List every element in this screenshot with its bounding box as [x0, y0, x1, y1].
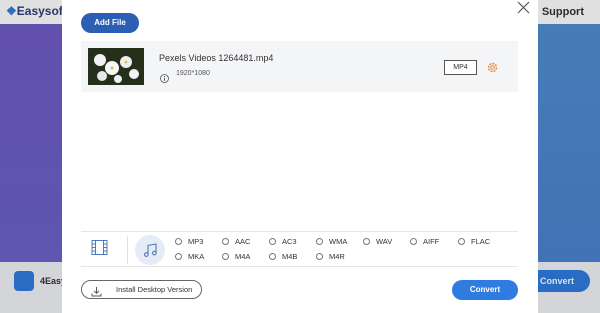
- download-icon: [91, 284, 102, 297]
- radio-button[interactable]: [222, 253, 229, 260]
- close-icon[interactable]: [516, 0, 532, 16]
- gear-icon[interactable]: [486, 61, 499, 74]
- radio-button[interactable]: [269, 238, 276, 245]
- output-format-badge[interactable]: MP4: [444, 60, 477, 75]
- format-option-m4a[interactable]: M4A: [222, 252, 250, 261]
- radio-button[interactable]: [458, 238, 465, 245]
- audio-format-tab[interactable]: [135, 235, 165, 265]
- install-desktop-button[interactable]: Install Desktop Version: [81, 280, 202, 299]
- divider: [81, 231, 518, 232]
- radio-button[interactable]: [316, 238, 323, 245]
- radio-button[interactable]: [175, 253, 182, 260]
- format-option-wma[interactable]: WMA: [316, 237, 347, 246]
- tab-separator: [127, 236, 128, 264]
- format-option-mka[interactable]: MKA: [175, 252, 204, 261]
- file-name: Pexels Videos 1264481.mp4: [159, 53, 274, 63]
- radio-button[interactable]: [410, 238, 417, 245]
- radio-button[interactable]: [269, 253, 276, 260]
- video-format-tab[interactable]: [91, 239, 108, 256]
- radio-button[interactable]: [316, 253, 323, 260]
- format-option-wav[interactable]: WAV: [363, 237, 392, 246]
- convert-dialog: Add File Pexels Videos 1264481.mp4 1920*…: [62, 0, 538, 313]
- music-note-icon: [143, 243, 157, 257]
- radio-button[interactable]: [363, 238, 370, 245]
- install-desktop-label: Install Desktop Version: [116, 285, 193, 294]
- format-option-aac[interactable]: AAC: [222, 237, 250, 246]
- format-option-flac[interactable]: FLAC: [458, 237, 490, 246]
- add-file-button[interactable]: Add File: [81, 13, 139, 33]
- info-icon: [160, 70, 169, 83]
- format-option-m4b[interactable]: M4B: [269, 252, 297, 261]
- file-resolution: 1920*1080: [176, 70, 210, 77]
- format-option-mp3[interactable]: MP3: [175, 237, 203, 246]
- format-option-ac3[interactable]: AC3: [269, 237, 297, 246]
- convert-button[interactable]: Convert: [452, 280, 518, 300]
- video-thumbnail: [88, 48, 144, 85]
- film-icon: [91, 240, 108, 255]
- radio-button[interactable]: [175, 238, 182, 245]
- radio-button[interactable]: [222, 238, 229, 245]
- format-option-aiff[interactable]: AIFF: [410, 237, 439, 246]
- file-row: Pexels Videos 1264481.mp4 1920*1080 MP4: [81, 41, 518, 92]
- divider: [81, 266, 518, 267]
- format-option-m4r[interactable]: M4R: [316, 252, 345, 261]
